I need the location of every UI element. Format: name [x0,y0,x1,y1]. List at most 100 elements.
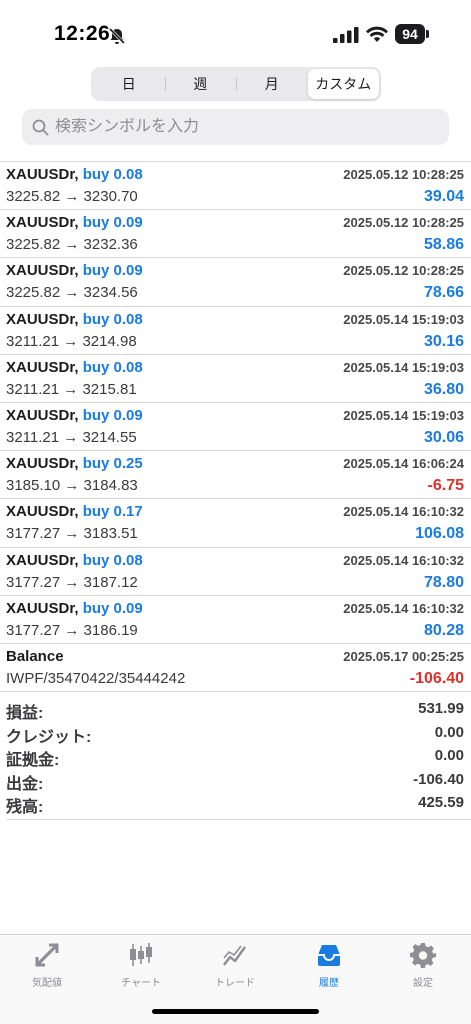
summary-value: 0.00 [434,723,464,741]
summary-value: 531.99 [418,700,464,717]
tab-week[interactable]: 週 [164,69,237,99]
trade-icon [223,945,246,966]
tabbar-settings-label: 設定 [413,978,433,989]
deal-prices: 3225.82 → 3232.36 [6,236,138,254]
deal-symbol-text: XAUUSDr, [6,310,79,328]
summary-row: 残高: 425.59 [0,792,471,816]
tabbar-trade-label: トレード [215,978,255,989]
deal-row[interactable]: XAUUSDr, buy 0.09 2025.05.12 10:28:25 3225… [0,210,471,259]
tabbar-settings[interactable]: 設定 [376,941,470,989]
deal-symbol-text: XAUUSDr, [6,358,79,376]
deal-symbol: XAUUSDr, buy 0.08 [6,552,143,569]
tabbar-quotes[interactable]: 気配値 [0,941,94,989]
deal-row[interactable]: XAUUSDr, buy 0.25 2025.05.14 16:06:24 3185… [0,451,471,500]
wifi-icon [366,26,388,42]
status-time: 12:26 [54,22,111,45]
deal-datetime: 2025.05.14 15:19:03 [343,311,464,327]
deal-prices: IWPF/35470422/35444242 [6,669,186,687]
deal-profit: 30.06 [423,428,464,446]
deal-row[interactable]: Balance 2025.05.17 00:25:25 IWPF/35470422… [0,644,471,693]
deal-prices: 3225.82 → 3230.70 [6,188,138,205]
deal-list: XAUUSDr, buy 0.08 2025.05.12 10:28:25 3225… [0,161,471,693]
tabbar-trade[interactable]: トレード [188,941,282,989]
deal-symbol: XAUUSDr, buy 0.09 [6,214,143,231]
deal-profit: 80.28 [423,621,464,639]
summary-row: 損益: 531.99 [0,698,471,722]
summary-value: 425.59 [418,794,464,812]
summary-row: 証拠金: 0.00 [0,745,471,769]
summary-row: クレジット: 0.00 [0,722,471,746]
deal-row[interactable]: XAUUSDr, buy 0.08 2025.05.14 15:19:03 3211… [0,355,471,403]
deal-profit: 58.86 [423,236,464,254]
deal-side: buy 0.17 [82,503,143,521]
battery-indicator: 94 [395,24,425,44]
search-input[interactable] [55,118,435,136]
deal-symbol: XAUUSDr, buy 0.09 [6,262,143,279]
summary-label: 出金: [6,775,44,793]
deal-symbol-text: XAUUSDr, [6,503,79,521]
deal-row[interactable]: XAUUSDr, buy 0.09 2025.05.12 10:28:25 3225… [0,258,471,307]
history-icon [318,945,340,966]
deal-datetime: 2025.05.12 10:28:25 [343,215,464,231]
deal-prices: 3225.82 → 3234.56 [6,284,138,302]
status-bar: 12:26 94 [0,0,471,62]
deal-datetime: 2025.05.12 10:28:25 [343,167,464,182]
summary: 損益: 531.99 クレジット: 0.00 証拠金: 0.00 出金: -106.40 残高:… [0,698,471,816]
tab-custom[interactable]: カスタム [307,69,379,99]
summary-label: 残高: [6,799,44,817]
quotes-icon [35,943,59,967]
deal-datetime: 2025.05.14 15:19:03 [343,359,464,375]
deal-side: buy 0.25 [82,455,143,473]
deal-row[interactable]: XAUUSDr, buy 0.09 2025.05.14 16:10:32 3177… [0,596,471,644]
deal-side: buy 0.09 [82,599,143,617]
search-icon [32,119,49,135]
deal-side: buy 0.09 [82,214,143,232]
deal-symbol: XAUUSDr, buy 0.09 [6,407,143,424]
deal-symbol: XAUUSDr, buy 0.08 [6,311,143,328]
search-bar[interactable] [22,109,449,145]
deal-row[interactable]: XAUUSDr, buy 0.08 2025.05.12 10:28:25 3225… [0,162,471,211]
tabbar-history-label: 履歴 [319,978,339,989]
deal-row[interactable]: XAUUSDr, buy 0.08 2025.05.14 16:10:32 3177… [0,548,471,596]
deal-datetime: 2025.05.14 16:06:24 [343,456,464,472]
bell-muted-icon [108,27,126,45]
deal-profit: 36.80 [423,380,464,398]
summary-value: -106.40 [413,770,464,788]
deal-datetime: 2025.05.14 15:19:03 [343,407,464,423]
summary-label: 証拠金: [6,752,60,770]
deal-profit: 30.16 [423,332,464,350]
deal-profit: 78.80 [423,573,464,591]
deal-prices: 3177.27 → 3186.19 [6,621,138,639]
deal-prices: 3211.21 → 3214.98 [6,332,137,350]
tab-month[interactable]: 月 [236,69,308,99]
deal-symbol: XAUUSDr, buy 0.08 [6,359,143,376]
deal-side: buy 0.08 [82,310,143,328]
deal-profit: -106.40 [409,669,464,687]
tabbar-chart[interactable]: チャート [94,941,188,989]
summary-row: 出金: -106.40 [0,769,471,793]
deal-profit: 106.08 [415,525,464,543]
deal-symbol-text: Balance [6,647,64,665]
tab-day[interactable]: 日 [93,69,165,99]
deal-row[interactable]: XAUUSDr, buy 0.08 2025.05.14 15:19:03 3211… [0,307,471,355]
summary-value: 0.00 [434,747,464,765]
deal-datetime: 2025.05.14 16:10:32 [343,504,464,520]
deal-symbol-text: XAUUSDr, [6,406,79,424]
deal-symbol: XAUUSDr, buy 0.09 [6,600,143,617]
deal-side: buy 0.09 [82,262,143,280]
deal-side: buy 0.09 [82,406,143,424]
deal-profit: 39.04 [423,188,464,205]
tabbar-history[interactable]: 履歴 [282,941,376,989]
deal-symbol: Balance [6,648,64,665]
deal-row[interactable]: XAUUSDr, buy 0.09 2025.05.14 15:19:03 3211… [0,403,471,452]
deal-side: buy 0.08 [82,551,143,569]
summary-label: 損益: [6,705,44,722]
deal-symbol-text: XAUUSDr, [6,166,79,183]
deal-symbol: XAUUSDr, buy 0.08 [6,166,143,183]
deal-datetime: 2025.05.12 10:28:25 [343,263,464,279]
deal-row[interactable]: XAUUSDr, buy 0.17 2025.05.14 16:10:32 3177… [0,499,471,548]
deal-prices: 3211.21 → 3215.81 [6,380,137,398]
deal-symbol-text: XAUUSDr, [6,455,79,473]
deal-symbol-text: XAUUSDr, [6,262,79,280]
deal-datetime: 2025.05.17 00:25:25 [343,648,464,664]
